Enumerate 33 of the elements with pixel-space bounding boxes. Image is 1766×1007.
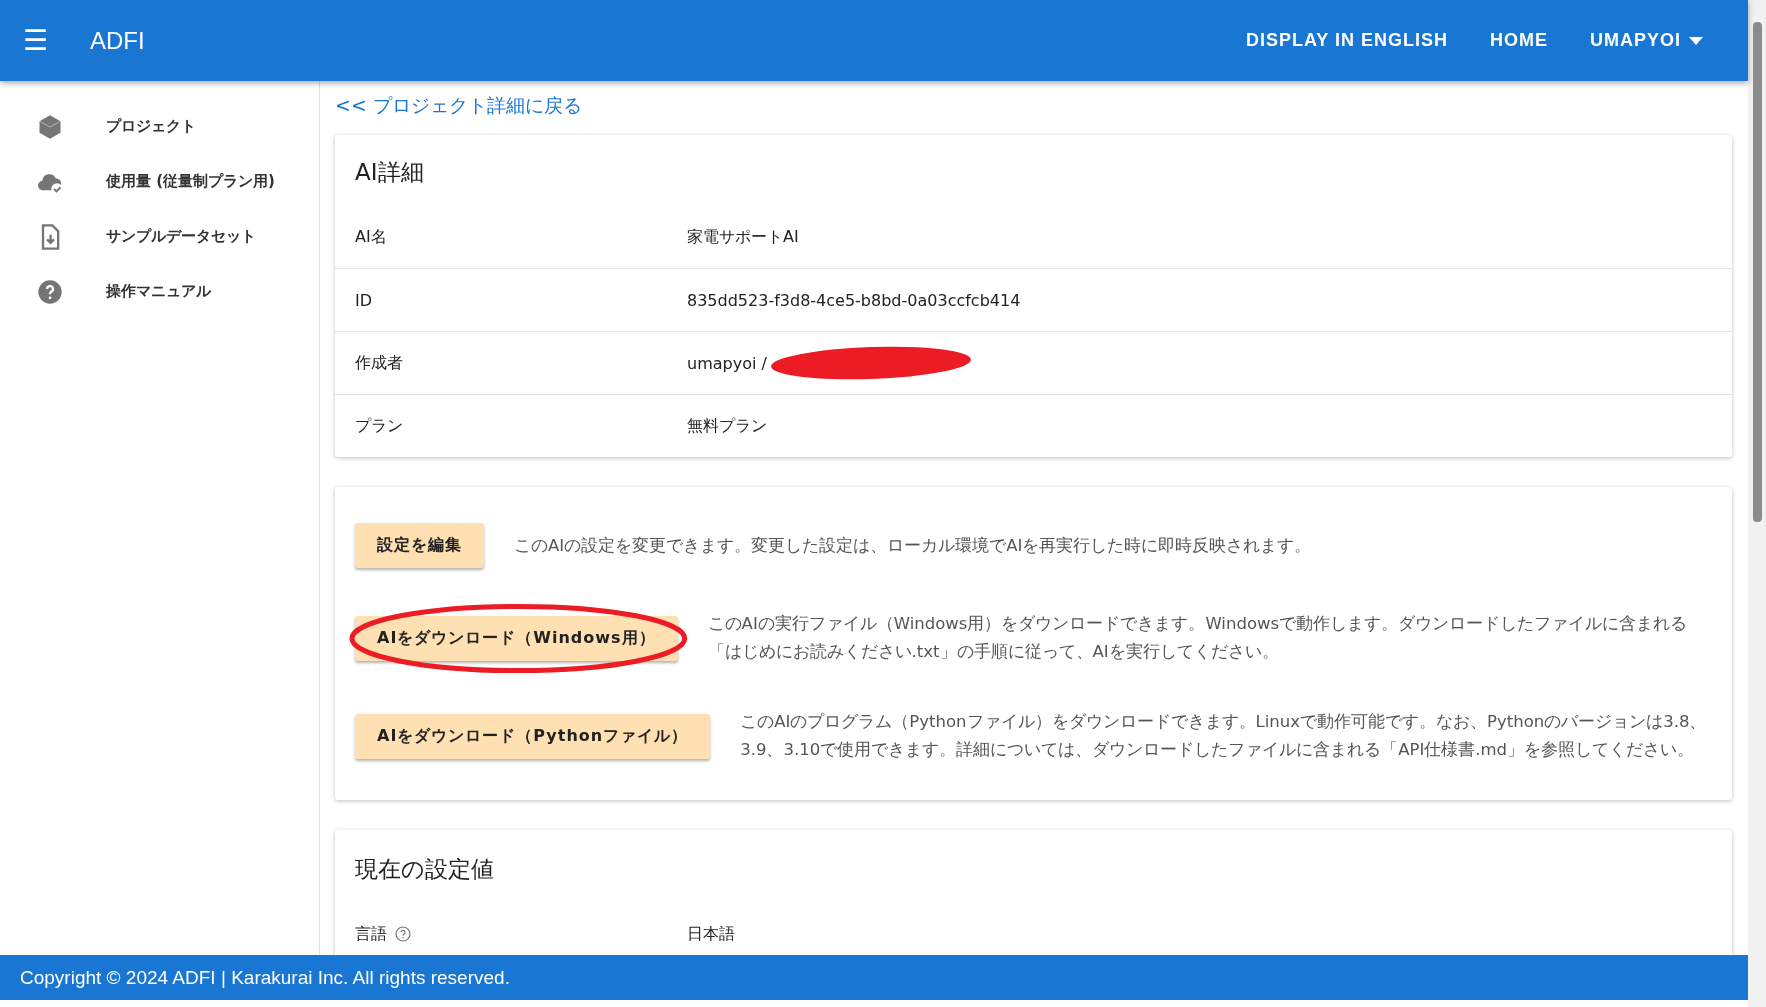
sidebar-item[interactable]: 操作マニュアル <box>0 264 319 319</box>
sidebar-item[interactable]: プロジェクト <box>0 99 319 154</box>
help-icon[interactable] <box>395 926 411 942</box>
field-label: 作成者 <box>355 352 404 374</box>
field-label: ID <box>355 290 374 310</box>
menu-button[interactable]: ☰ <box>0 24 70 57</box>
help-icon <box>36 277 64 306</box>
user-menu-button[interactable]: UMAPYOI <box>1569 20 1724 61</box>
field-label: 言語 <box>355 923 387 945</box>
action-button[interactable]: AIをダウンロード（Windows用） <box>355 615 678 661</box>
sidebar-item[interactable]: サンプルデータセット <box>0 209 319 264</box>
action-description: このAIのプログラム（Pythonファイル）をダウンロードできます。Linuxで動作可能です。なお、Pythonのバージョンは3.8、3.9、3.10で使用できます。詳細については、ダウンロードしたファイルに含まれる「API仕様書.md」を参照してください。 <box>740 711 1708 761</box>
action-description: このAIの設定を変更できます。変更した設定は、ローカル環境でAIを再実行した時に即時反映されます。 <box>514 534 1312 557</box>
field-label: プラン <box>355 415 404 437</box>
action-button[interactable]: 設定を編集 <box>355 523 484 568</box>
field-value: 無料プラン <box>687 415 767 437</box>
back-link[interactable]: << プロジェクト詳細に戻る <box>335 93 582 119</box>
action-button[interactable]: AIをダウンロード（Pythonファイル） <box>355 713 711 759</box>
action-description: このAIの実行ファイル（Windows用）をダウンロードできます。Windowsで動作します。ダウンロードしたファイルに含まれる「はじめにお読みください.txt」の手順に従って、AIを実行してください。 <box>707 613 1689 663</box>
scrollbar[interactable] <box>1748 0 1766 1007</box>
copyright-text: Copyright © 2024 ADFI | Karakurai Inc. All rights reserved. <box>20 966 510 989</box>
card-title: 現在の設定値 <box>354 855 495 884</box>
field-value: 835dd523-f3d8-4ce5-b8bd-0a03ccfcb414 <box>687 290 1021 310</box>
nav-link[interactable]: HOME <box>1469 20 1569 61</box>
field-label: AI名 <box>355 226 388 248</box>
caret-icon <box>1689 36 1703 45</box>
app-title: ADFI <box>90 26 146 55</box>
nav-link[interactable]: DISPLAY IN ENGLISH <box>1224 20 1469 61</box>
field-value: 家電サポートAI <box>687 226 799 248</box>
field-value: 日本語 <box>687 923 735 945</box>
sidebar-item[interactable]: 使用量 (従量制プラン用) <box>0 154 319 209</box>
card-title: AI詳細 <box>354 158 425 187</box>
field-value: umapyoi / <box>687 353 767 373</box>
